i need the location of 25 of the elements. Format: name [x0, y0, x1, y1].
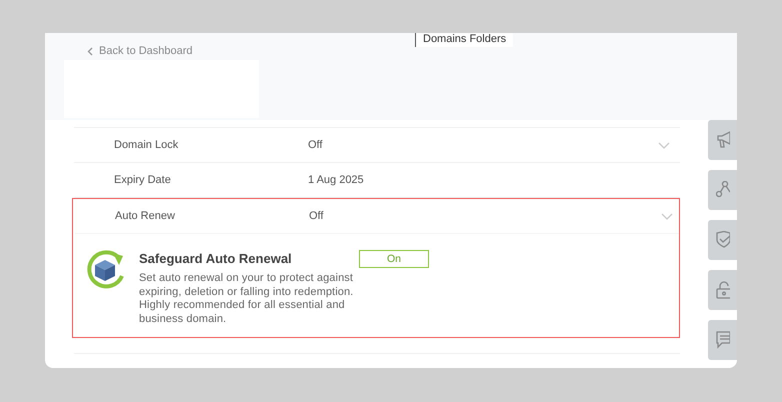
side-tab[interactable] — [708, 270, 737, 310]
shield-icon — [716, 231, 730, 249]
side-tab[interactable] — [708, 170, 737, 210]
side-tab[interactable] — [708, 120, 737, 160]
auto-renewal-toggle[interactable]: On — [359, 250, 429, 268]
setting-label: Expiry Date — [114, 174, 172, 186]
promo-title: Safeguard Auto Renewal — [139, 251, 293, 266]
setting-label: Domain Lock — [114, 139, 180, 151]
setting-value: 1 Aug 2025 — [308, 174, 364, 186]
promo-description: Set auto renewal on your to protect against expiring, deletion or falling into redemption. Highly recommended for all essential and business domain. — [139, 272, 354, 326]
lock-icon — [716, 281, 730, 299]
nodes-icon — [716, 181, 730, 199]
setting-value: Off — [309, 210, 324, 222]
chevron-down-icon[interactable] — [661, 212, 673, 220]
renewal-box-icon — [85, 250, 127, 290]
chat-icon — [716, 331, 730, 349]
setting-label: Auto Renew — [115, 210, 176, 222]
back-to-dashboard-link[interactable]: Back to Dashboard — [87, 45, 259, 57]
chevron-down-icon[interactable] — [658, 142, 670, 148]
megaphone-icon — [716, 131, 730, 149]
setting-value: Off — [308, 139, 322, 151]
side-tab[interactable] — [708, 220, 737, 260]
side-tab[interactable] — [708, 320, 737, 360]
domains-folders-tab[interactable]: Domains Folders — [415, 33, 514, 47]
chevron-left-icon — [87, 46, 93, 56]
